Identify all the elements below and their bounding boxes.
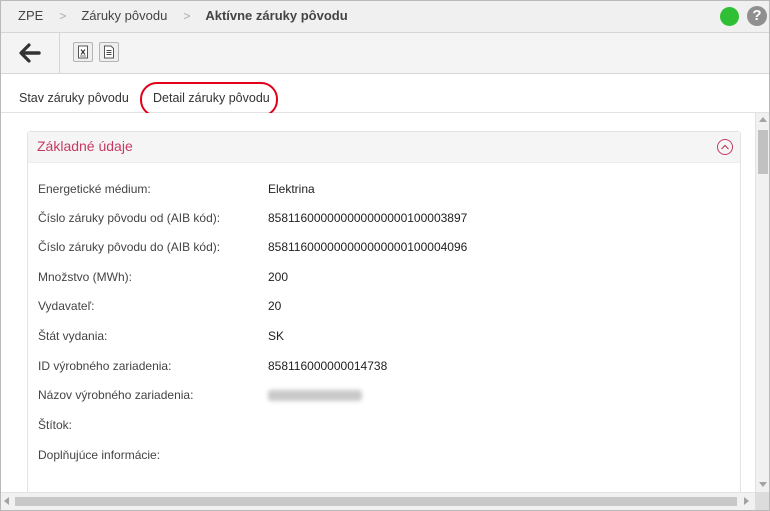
field-row: Množstvo (MWh): 200 [38, 270, 728, 286]
field-label: Štítok: [38, 418, 73, 432]
scroll-right-icon[interactable] [744, 497, 749, 505]
app-window: ZPE > Záruky pôvodu > Aktívne záruky pôv… [0, 0, 770, 511]
breadcrumb-bar: ZPE > Záruky pôvodu > Aktívne záruky pôv… [1, 1, 769, 33]
field-value: 200 [268, 270, 289, 284]
breadcrumb-item-zpe[interactable]: ZPE [18, 8, 43, 23]
chevron-up-circle-icon[interactable] [717, 139, 733, 155]
vertical-scrollbar[interactable] [755, 113, 769, 492]
field-value: 858116000000000000000100003897 [268, 211, 468, 225]
breadcrumb-current: Aktívne záruky pôvodu [205, 8, 348, 23]
section-header[interactable]: Základné údaje [28, 132, 740, 163]
field-row: Energetické médium: Elektrina [38, 182, 728, 198]
breadcrumb: ZPE > Záruky pôvodu > Aktívne záruky pôv… [18, 8, 348, 23]
export-excel-icon [78, 45, 88, 59]
redacted-value [268, 390, 362, 401]
field-label: Číslo záruky pôvodu od (AIB kód): [38, 211, 221, 225]
field-row: Názov výrobného zariadenia: [38, 388, 728, 404]
field-row: Vydavateľ: 20 [38, 299, 728, 315]
breadcrumb-item-zaruky-povodu[interactable]: Záruky pôvodu [81, 8, 167, 23]
breadcrumb-separator: > [183, 8, 191, 23]
field-value: Elektrina [268, 182, 315, 196]
tab-detail-zaruky-povodu[interactable]: Detail záruky pôvodu [153, 91, 270, 105]
export-document-icon [104, 45, 114, 59]
field-row: Číslo záruky pôvodu od (AIB kód): 858116… [38, 211, 728, 227]
tab-bar: Stav záruky pôvodu Detail záruky pôvodu [1, 74, 769, 113]
scrollbar-corner [755, 492, 769, 510]
field-label: Štát vydania: [38, 329, 108, 343]
scroll-left-icon[interactable] [4, 497, 9, 505]
field-value: 858116000000014738 [268, 359, 388, 373]
field-label: Vydavateľ: [38, 299, 95, 313]
field-label: Energetické médium: [38, 182, 151, 196]
export-excel-button[interactable] [73, 42, 93, 62]
toolbar [1, 33, 769, 74]
field-value: 20 [268, 299, 282, 313]
toolbar-divider [59, 33, 60, 73]
horizontal-scroll-thumb[interactable] [15, 497, 737, 506]
scroll-up-icon[interactable] [759, 117, 767, 122]
main-content: Základné údaje Energetické médium: Elekt… [1, 113, 755, 493]
arrow-left-icon [19, 43, 41, 63]
field-row: ID výrobného zariadenia: 858116000000014… [38, 359, 728, 375]
field-label: Množstvo (MWh): [38, 270, 133, 284]
horizontal-scrollbar[interactable] [1, 492, 755, 510]
field-label: Doplňujúce informácie: [38, 448, 161, 462]
back-button[interactable] [19, 43, 41, 63]
field-label: ID výrobného zariadenia: [38, 359, 172, 373]
field-label: Názov výrobného zariadenia: [38, 388, 194, 402]
tab-stav-zaruky-povodu[interactable]: Stav záruky pôvodu [19, 91, 129, 105]
field-row: Štát vydania: SK [38, 329, 728, 345]
section-card: Základné údaje Energetické médium: Elekt… [27, 131, 741, 493]
export-document-button[interactable] [99, 42, 119, 62]
scroll-down-icon[interactable] [759, 482, 767, 487]
field-row: Číslo záruky pôvodu do (AIB kód): 858116… [38, 240, 728, 256]
vertical-scroll-thumb[interactable] [758, 130, 768, 174]
section-title: Základné údaje [37, 138, 133, 154]
status-online-icon [720, 7, 739, 26]
help-icon[interactable]: ? [747, 6, 767, 26]
field-row: Doplňujúce informácie: [38, 448, 728, 464]
field-value: 858116000000000000000100004096 [268, 240, 468, 254]
field-row: Štítok: [38, 418, 728, 434]
field-value: SK [268, 329, 285, 343]
field-label: Číslo záruky pôvodu do (AIB kód): [38, 240, 221, 254]
breadcrumb-separator: > [59, 8, 67, 23]
